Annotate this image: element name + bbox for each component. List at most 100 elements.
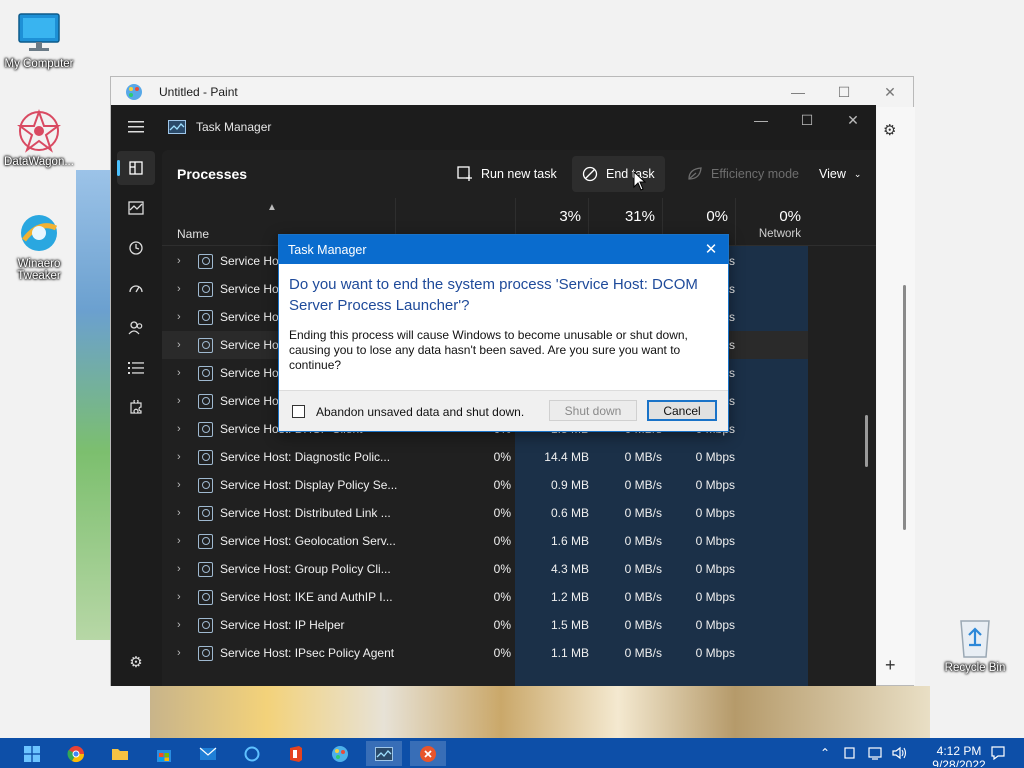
close-icon[interactable]: ✕ <box>867 77 913 107</box>
process-row[interactable]: › Service Host: IPsec Policy Agent 0% 1.1 M… <box>162 639 808 667</box>
store-icon <box>157 749 171 762</box>
expand-chevron-icon[interactable]: › <box>177 563 181 575</box>
desktop-icon-winaero-tweaker[interactable]: Winaero Tweaker <box>0 210 78 282</box>
expand-chevron-icon[interactable]: › <box>177 395 181 407</box>
add-icon[interactable]: + <box>885 655 896 676</box>
chevron-down-icon: ⌄ <box>853 168 862 179</box>
taskbar-file-explorer[interactable] <box>102 741 138 766</box>
service-host-gear-icon <box>198 533 213 549</box>
expand-chevron-icon[interactable]: › <box>177 339 181 351</box>
row-network: 0 Mbps <box>695 590 735 604</box>
service-host-gear-icon <box>198 365 213 381</box>
nav-startup-apps[interactable] <box>117 271 155 305</box>
minimize-icon[interactable]: — <box>738 105 784 135</box>
expand-chevron-icon[interactable]: › <box>177 451 181 463</box>
nav-performance[interactable] <box>117 191 155 225</box>
desktop-icon-datawagon[interactable]: DataWagon... <box>0 108 78 168</box>
column-name[interactable]: Name <box>177 227 209 241</box>
nav-details[interactable] <box>117 351 155 385</box>
desktop-icon-recycle-bin[interactable]: Recycle Bin <box>936 614 1014 674</box>
close-icon[interactable]: ✕ <box>830 105 876 135</box>
nav-settings[interactable]: ⚙ <box>117 645 155 679</box>
process-row[interactable]: › Service Host: Display Policy Se... 0% 0.9… <box>162 471 808 499</box>
start-button[interactable] <box>14 741 50 766</box>
sort-up-icon[interactable]: ▲ <box>267 202 277 213</box>
cancel-button[interactable]: Cancel <box>647 400 717 421</box>
efficiency-mode-button[interactable]: Efficiency mode <box>677 156 809 192</box>
paint-canvas-area: ⚙ + <box>877 107 915 685</box>
process-row[interactable]: › Service Host: Distributed Link ... 0% 0.6… <box>162 499 808 527</box>
notification-icon[interactable] <box>988 738 1008 768</box>
run-new-task-button[interactable]: Run new task <box>447 156 567 192</box>
task-manager-title: Task Manager <box>196 120 272 134</box>
taskbar-clock[interactable]: 4:12 PM 9/28/2022 <box>924 744 994 767</box>
taskbar-mail[interactable] <box>190 741 226 766</box>
expand-chevron-icon[interactable]: › <box>177 367 181 379</box>
nav-app-history[interactable] <box>117 231 155 265</box>
history-icon <box>129 241 143 255</box>
folder-icon <box>112 748 128 760</box>
taskbar-cortana[interactable] <box>234 741 270 766</box>
run-new-task-icon <box>457 166 472 181</box>
paint-scrollbar[interactable] <box>903 285 906 530</box>
wallpaper-image <box>150 686 930 738</box>
efficiency-mode-label: Efficiency mode <box>711 167 800 181</box>
expand-chevron-icon[interactable]: › <box>177 283 181 295</box>
service-host-gear-icon <box>198 645 213 661</box>
process-row[interactable]: › Service Host: Geolocation Serv... 0% 1.6 … <box>162 527 808 555</box>
process-name: Service Hos <box>220 394 285 408</box>
taskbar-store[interactable] <box>146 741 182 766</box>
row-cpu: 0% <box>493 506 511 520</box>
expand-chevron-icon[interactable]: › <box>177 591 181 603</box>
hamburger-menu-icon[interactable] <box>111 121 161 133</box>
close-icon[interactable]: ✕ <box>700 239 722 259</box>
process-row[interactable]: › Service Host: IP Helper 0% 1.5 MB 0 MB/s 0 … <box>162 611 808 639</box>
minimize-icon[interactable]: — <box>775 77 821 107</box>
task-manager-title-bar[interactable]: Task Manager — ☐ ✕ <box>111 105 876 149</box>
row-memory: 1.5 MB <box>550 618 589 632</box>
maximize-icon[interactable]: ☐ <box>784 105 830 135</box>
column-network[interactable]: 0% Network <box>735 198 809 246</box>
shut-down-button[interactable]: Shut down <box>549 400 637 421</box>
tray-device-icon[interactable] <box>840 738 858 768</box>
process-name: Service Hos <box>220 282 285 296</box>
end-task-button[interactable]: End task <box>572 156 665 192</box>
abandon-data-checkbox[interactable] <box>292 405 305 418</box>
expand-chevron-icon[interactable]: › <box>177 507 181 519</box>
expand-chevron-icon[interactable]: › <box>177 647 181 659</box>
taskbar-task-manager[interactable] <box>366 741 402 766</box>
tray-overflow-chevron-icon[interactable]: ⌃ <box>816 738 834 768</box>
dialog-title-bar[interactable]: Task Manager <box>279 235 728 264</box>
service-host-gear-icon <box>198 449 213 465</box>
process-row[interactable]: › Service Host: IKE and AuthIP I... 0% 1.2 … <box>162 583 808 611</box>
service-host-gear-icon <box>198 253 213 269</box>
desktop-icon-my-computer[interactable]: My Computer <box>0 10 78 70</box>
process-list-scrollbar[interactable] <box>865 415 868 467</box>
nav-users[interactable] <box>117 311 155 345</box>
cortana-circle-icon <box>244 746 260 761</box>
expand-chevron-icon[interactable]: › <box>177 423 181 435</box>
network-icon[interactable] <box>866 738 886 768</box>
process-row[interactable]: › Service Host: Group Policy Cli... 0% 4.3 … <box>162 555 808 583</box>
expand-chevron-icon[interactable]: › <box>177 535 181 547</box>
volume-icon[interactable] <box>890 738 910 768</box>
app-icon <box>420 745 436 762</box>
expand-chevron-icon[interactable]: › <box>177 479 181 491</box>
expand-chevron-icon[interactable]: › <box>177 255 181 267</box>
nav-services[interactable] <box>117 391 155 425</box>
service-host-gear-icon <box>198 421 213 437</box>
row-network: 0 Mbps <box>695 646 735 660</box>
view-dropdown[interactable]: View ⌄ <box>809 156 871 192</box>
abandon-data-label[interactable]: Abandon unsaved data and shut down. <box>316 405 524 419</box>
taskbar-paint[interactable] <box>322 741 358 766</box>
maximize-icon[interactable]: ☐ <box>821 77 867 107</box>
settings-icon[interactable]: ⚙ <box>883 121 896 139</box>
expand-chevron-icon[interactable]: › <box>177 311 181 323</box>
taskbar-office[interactable] <box>278 741 314 766</box>
taskbar-active-app[interactable] <box>410 741 446 766</box>
taskbar-chrome[interactable] <box>58 741 94 766</box>
process-row[interactable]: › Service Host: Diagnostic Polic... 0% 14.4… <box>162 443 808 471</box>
expand-chevron-icon[interactable]: › <box>177 619 181 631</box>
nav-processes[interactable] <box>117 151 155 185</box>
process-name: Service Hos <box>220 254 285 268</box>
